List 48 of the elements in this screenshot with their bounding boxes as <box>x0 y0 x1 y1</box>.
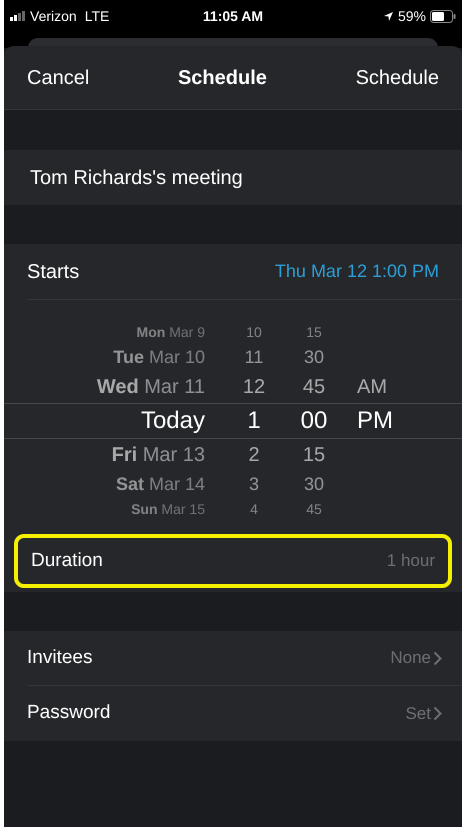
picker-minute: 15 <box>305 323 323 342</box>
option-label: Invitees <box>27 646 92 670</box>
start-date-value[interactable]: Thu Mar 12 1:00 PM <box>274 258 439 285</box>
picker-day: Mon Mar 9 <box>136 322 205 344</box>
picker-hour: 1 <box>246 406 262 436</box>
picker-minute: 30 <box>302 472 326 496</box>
picker-hour: 2 <box>247 442 261 468</box>
picker-minute: 30 <box>302 346 326 370</box>
picker-hour: 3 <box>248 472 260 496</box>
date-time-picker[interactable]: Mon Mar 9 10 15 Tue Mar 10 11 30 Wed Mar 11 12 45 AM Today 1 00 PM Fri Mar 13 2 15 Sat Mar 14 3 30 Sun Mar 15 4 45 <box>4 300 462 534</box>
battery-icon <box>430 10 456 22</box>
chevron-icon <box>433 706 442 721</box>
picker-minute: 45 <box>302 375 326 400</box>
cancel-button[interactable]: Cancel <box>27 62 90 92</box>
picker-hour: 12 <box>242 375 266 400</box>
signal-icon <box>10 11 26 21</box>
option-value: None <box>390 647 431 670</box>
picker-period: PM <box>357 406 393 436</box>
clock-time: 11:05 AM <box>202 6 264 26</box>
location-arrow-icon <box>382 10 394 22</box>
duration-label: Duration <box>31 548 103 573</box>
picker-hour: 10 <box>245 323 263 342</box>
picker-day: Sat Mar 14 <box>116 470 205 498</box>
picker-day: Today <box>140 403 205 439</box>
picker-minute: 45 <box>305 500 323 519</box>
option-row[interactable]: Invitees None <box>27 631 462 686</box>
network-type: LTE <box>84 6 110 26</box>
starts-label: Starts <box>27 260 80 284</box>
screen-title: Schedule <box>178 66 267 90</box>
picker-day: Sun Mar 15 <box>131 498 205 520</box>
schedule-button[interactable]: Schedule <box>356 62 439 92</box>
chevron-icon <box>433 650 442 666</box>
picker-day: Wed Mar 11 <box>96 372 205 402</box>
picker-period: AM <box>357 375 387 400</box>
duration-row[interactable]: Duration 1 hour <box>14 534 452 588</box>
meeting-name-field[interactable]: Tom Richards's meeting <box>4 150 462 205</box>
picker-hour: 11 <box>244 346 264 370</box>
picker-day: Fri Mar 13 <box>112 440 205 470</box>
picker-minute: 15 <box>302 442 326 468</box>
duration-value: 1 hour <box>386 550 435 572</box>
carrier-name: Verizon <box>30 6 77 26</box>
picker-day: Tue Mar 10 <box>113 344 205 372</box>
picker-hour: 4 <box>249 500 259 519</box>
option-row[interactable]: Password Set <box>27 686 462 741</box>
battery-percent: 59% <box>398 6 426 26</box>
picker-minute: 00 <box>300 406 328 436</box>
option-label: Password <box>27 701 110 726</box>
option-value: Set <box>405 702 431 725</box>
